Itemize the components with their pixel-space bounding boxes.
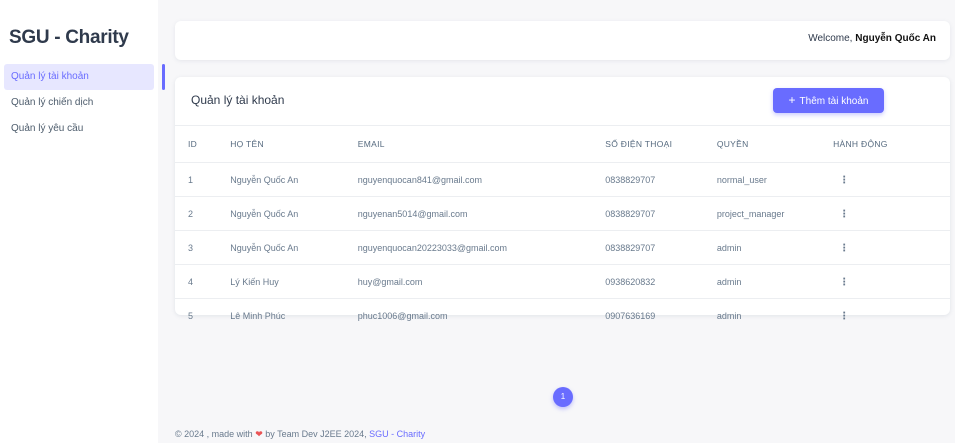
more-vertical-icon[interactable]: ⋮	[839, 311, 849, 321]
sidebar-item-accounts[interactable]: Quản lý tài khoản	[4, 64, 165, 90]
sidebar-menu: Quản lý tài khoản Quản lý chiến dịch Quả…	[4, 64, 165, 142]
cell-name: Lê Minh Phúc	[230, 310, 286, 321]
cell-phone: 0938620832	[604, 264, 716, 299]
cell-phone: 0838829707	[604, 162, 716, 197]
footer-middle: by Team Dev J2EE 2024,	[262, 429, 370, 439]
cell-id: 5	[188, 310, 194, 321]
cell-phone: 0838829707	[604, 196, 716, 231]
add-account-button[interactable]: + Thêm tài khoản	[773, 88, 884, 113]
plus-icon: +	[788, 93, 796, 107]
page-title: Quản lý tài khoản	[191, 93, 285, 107]
column-header-name: HỌ TÊN	[229, 125, 357, 163]
cell-actions: ⋮	[833, 299, 950, 333]
cell-actions: ⋮	[833, 230, 950, 265]
footer-prefix: © 2024 , made with	[175, 429, 256, 439]
welcome-text: Welcome, Nguyễn Quốc An	[808, 33, 936, 44]
top-navbar: Welcome, Nguyễn Quốc An	[175, 21, 950, 60]
column-header-actions: HÀNH ĐỘNG	[833, 125, 950, 163]
welcome-prefix: Welcome,	[808, 33, 856, 44]
accounts-table: ID HỌ TÊN EMAIL SỐ ĐIỆN THOẠI QUYỀN HÀNH…	[175, 125, 950, 332]
column-header-role: QUYỀN	[715, 125, 834, 163]
cell-email: phuc1006@gmail.com	[357, 310, 448, 321]
cell-id: 4	[175, 264, 230, 299]
cell-email: nguyenquocan841@gmail.com	[356, 162, 605, 197]
accounts-card: Quản lý tài khoản + Thêm tài khoản ID HỌ …	[175, 77, 950, 321]
cell-id: 1	[175, 162, 230, 197]
cell-actions: ⋮	[833, 162, 950, 197]
cell-name: Lý Kiến Huy	[229, 264, 357, 299]
cell-email: huy@gmail.com	[356, 264, 605, 299]
cell-email: nguyenquocan20223033@gmail.com	[356, 230, 605, 265]
cell-phone: 0838829707	[604, 230, 716, 265]
cell-name: Nguyễn Quốc An	[229, 230, 357, 265]
add-account-label: Thêm tài khoản	[799, 96, 869, 107]
table-row: 5 Lê Minh Phúc phuc1006@gmail.com 090763…	[175, 299, 950, 333]
cell-actions: ⋮	[833, 196, 950, 231]
sidebar: SGU - Charity Quản lý tài khoản Quản lý …	[0, 0, 165, 443]
brand-logo[interactable]: SGU - Charity	[9, 27, 129, 49]
footer: © 2024 , made with ❤ by Team Dev J2EE 20…	[175, 429, 425, 440]
cell-email: nguyenan5014@gmail.com	[356, 196, 605, 231]
column-header-email: EMAIL	[356, 125, 605, 163]
cell-actions: ⋮	[833, 264, 950, 299]
footer-link[interactable]: SGU - Charity	[369, 429, 425, 439]
cell-name: Nguyễn Quốc An	[229, 196, 357, 231]
more-vertical-icon[interactable]: ⋮	[839, 209, 849, 219]
user-name[interactable]: Nguyễn Quốc An	[855, 33, 936, 44]
cell-role: admin	[715, 230, 834, 265]
table-header-row: ID HỌ TÊN EMAIL SỐ ĐIỆN THOẠI QUYỀN HÀNH…	[175, 125, 950, 163]
table-row: 3 Nguyễn Quốc An nguyenquocan20223033@gm…	[175, 230, 950, 265]
sidebar-item-campaigns[interactable]: Quản lý chiến dịch	[4, 90, 158, 116]
cell-id: 3	[175, 230, 230, 265]
cell-role: project_manager	[715, 196, 834, 231]
cell-id: 2	[175, 196, 230, 231]
table-row: 4 Lý Kiến Huy huy@gmail.com 0938620832 a…	[175, 264, 950, 299]
sidebar-item-requests[interactable]: Quản lý yêu cầu	[4, 116, 158, 142]
more-vertical-icon[interactable]: ⋮	[839, 277, 849, 287]
cell-name: Nguyễn Quốc An	[229, 162, 357, 197]
cell-phone: 0907636169	[605, 310, 656, 321]
pagination-page-button[interactable]: 1	[553, 387, 573, 407]
table-row: 2 Nguyễn Quốc An nguyenan5014@gmail.com …	[175, 196, 950, 231]
heart-icon: ❤	[255, 429, 263, 439]
table-row: 1 Nguyễn Quốc An nguyenquocan841@gmail.c…	[175, 162, 950, 197]
cell-role: normal_user	[715, 162, 834, 197]
more-vertical-icon[interactable]: ⋮	[839, 243, 849, 253]
column-header-phone: SỐ ĐIỆN THOẠI	[604, 125, 716, 163]
cell-role: admin	[715, 264, 834, 299]
column-header-id: ID	[175, 125, 230, 163]
cell-role: admin	[716, 310, 742, 321]
more-vertical-icon[interactable]: ⋮	[839, 175, 849, 185]
